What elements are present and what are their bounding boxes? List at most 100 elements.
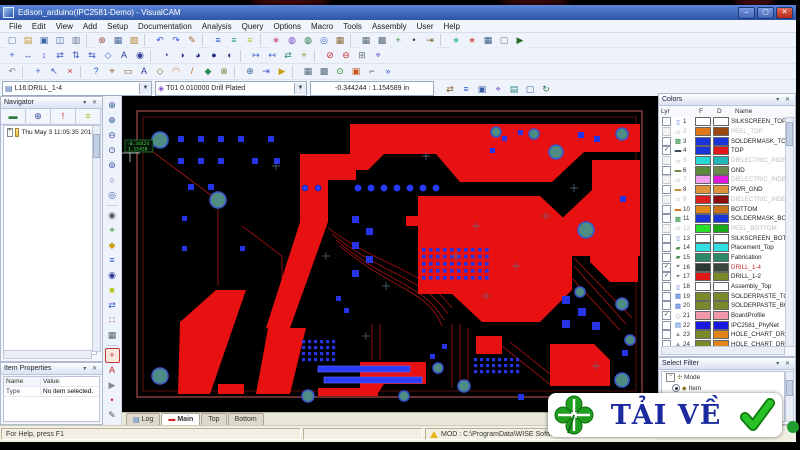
layer-list-teal-icon[interactable]: ≡ xyxy=(226,32,242,48)
view-tab-main[interactable]: ▬ Main xyxy=(161,413,201,425)
copy-icon[interactable]: ▦ xyxy=(110,32,126,48)
layer-visibility-checkbox[interactable] xyxy=(662,214,671,224)
dots-grid-icon[interactable]: ∷ xyxy=(104,313,120,328)
layer-visibility-checkbox[interactable] xyxy=(662,330,671,340)
move-v-icon[interactable]: ↕ xyxy=(36,48,52,63)
draw-color-swatch[interactable] xyxy=(713,127,729,137)
menu-help[interactable]: Help xyxy=(439,22,465,31)
zoom-all-icon[interactable]: ⊙ xyxy=(104,143,120,158)
menu-query[interactable]: Query xyxy=(237,22,269,31)
order-front-icon[interactable]: ◔ xyxy=(158,48,174,63)
swap-view-icon[interactable]: ⇄ xyxy=(104,298,120,313)
select-tool-icon[interactable]: + xyxy=(30,64,46,79)
panel-buttons[interactable]: ▾ ✕ xyxy=(83,99,99,106)
layer-visibility-checkbox[interactable] xyxy=(662,165,671,175)
grid-toggle-icon[interactable]: ▦ xyxy=(300,64,316,79)
fill-color-swatch[interactable] xyxy=(695,214,711,224)
order-half-icon[interactable]: ◐ xyxy=(222,48,238,63)
frame-icon[interactable]: ▣ xyxy=(348,64,364,79)
step-icon[interactable]: ⇥ xyxy=(258,64,274,79)
draw-color-swatch[interactable] xyxy=(713,252,729,262)
pcb-canvas[interactable]: -0.34424 1.15458 xyxy=(122,96,658,412)
layer-row-3[interactable]: ▩ 3 SOLDERMASK_TOP xyxy=(660,136,786,146)
save-icon[interactable]: ▣ xyxy=(36,32,52,48)
layer-visibility-checkbox[interactable]: ✓ xyxy=(662,146,671,156)
fill-color-swatch[interactable] xyxy=(695,185,711,195)
probe-icon[interactable]: ⌖ xyxy=(370,48,386,63)
layer-row-20[interactable]: ▦20 SOLDERPASTE_BOTTOM xyxy=(660,301,786,311)
route-icon[interactable]: » xyxy=(380,64,396,79)
open-icon[interactable]: ▤ xyxy=(20,32,36,48)
draw-color-swatch[interactable] xyxy=(713,272,729,282)
macro-play-icon[interactable]: ◍ xyxy=(284,32,300,48)
fill-color-swatch[interactable] xyxy=(695,175,711,185)
fill-color-swatch[interactable] xyxy=(695,311,711,321)
paste-icon[interactable]: ▧ xyxy=(126,32,142,48)
add-flash-icon[interactable]: ◉ xyxy=(132,48,148,63)
menu-assembly[interactable]: Assembly xyxy=(367,22,412,31)
nudge-icon[interactable]: + xyxy=(296,48,312,63)
menu-tools[interactable]: Tools xyxy=(338,22,367,31)
active-tool-combo[interactable]: ◈ T01 0.010000 Drill Plated ▼ xyxy=(155,80,307,96)
edit-icon[interactable]: ✎ xyxy=(184,32,200,48)
item-radio[interactable] xyxy=(672,384,680,392)
fill-color-swatch[interactable] xyxy=(695,156,711,166)
layer-row-5[interactable]: ▱5 DIELECTRIC_INDEX_5 xyxy=(660,156,786,166)
align-right-icon[interactable]: ↤ xyxy=(264,48,280,63)
layer-row-11[interactable]: ▩11 SOLDERMASK_BOTTOM xyxy=(660,214,786,224)
snapshot-icon[interactable]: ◎ xyxy=(316,32,332,48)
menu-setup[interactable]: Setup xyxy=(102,22,133,31)
wand-icon[interactable]: ▶ xyxy=(104,378,120,393)
layer-visibility-checkbox[interactable] xyxy=(662,291,671,301)
point-icon[interactable]: • xyxy=(406,32,422,48)
film-icon[interactable]: ▦ xyxy=(332,32,348,48)
doc-icon[interactable]: ▢ xyxy=(496,32,512,48)
marker-icon[interactable]: ■ xyxy=(104,283,120,298)
layer-visibility-checkbox[interactable] xyxy=(662,117,671,127)
layer-row-15[interactable]: ▰ 15 Fabrication xyxy=(660,252,786,263)
draw-color-swatch[interactable] xyxy=(713,311,729,321)
flag-icon[interactable]: ▶ xyxy=(274,64,290,79)
grid-dots-icon[interactable]: ▩ xyxy=(374,32,390,48)
pencil-icon[interactable]: ✎ xyxy=(104,408,120,423)
view-tab-log[interactable]: ▤ Log xyxy=(126,413,161,425)
fill-color-swatch[interactable] xyxy=(695,252,711,262)
swap-layer-icon[interactable]: ⇄ xyxy=(442,82,458,97)
menu-macro[interactable]: Macro xyxy=(306,22,338,31)
layer-row-23[interactable]: ▲23 HOLE_CHART_DRILL_1-4 xyxy=(660,330,786,340)
panel-buttons[interactable]: ▾ ✕ xyxy=(776,96,792,103)
draw-arc-icon[interactable]: ◠ xyxy=(168,64,184,79)
draw-color-swatch[interactable] xyxy=(713,301,729,311)
panel-buttons[interactable]: ▾ ✕ xyxy=(776,360,792,367)
refresh-icon[interactable]: ↻ xyxy=(538,82,554,97)
order-full-icon[interactable]: ● xyxy=(206,48,222,63)
chevron-down-icon[interactable]: ▼ xyxy=(139,82,151,94)
active-layer-combo[interactable]: ▤ L16:DRILL_1-4 ▼ xyxy=(2,80,152,96)
fill-color-swatch[interactable] xyxy=(695,320,711,330)
world-icon[interactable]: ◍ xyxy=(300,32,316,48)
move-h-icon[interactable]: ↔ xyxy=(20,48,36,63)
select-net-icon[interactable]: ⌖ xyxy=(104,223,120,238)
nav-errors-tab[interactable]: ! xyxy=(51,109,76,123)
maximize-button[interactable]: ▢ xyxy=(757,6,774,19)
transform-icon[interactable]: ⇅ xyxy=(68,48,84,63)
layer-row-18[interactable]: ▯ 18 Assembly_Top xyxy=(660,282,786,292)
close-button[interactable]: ✕ xyxy=(776,6,793,19)
board-view-icon[interactable]: ▣ xyxy=(474,82,490,97)
pan-icon[interactable]: + xyxy=(4,48,20,63)
layer-row-9[interactable]: ▱9 DIELECTRIC_INDEX_9 xyxy=(660,194,786,205)
menu-options[interactable]: Options xyxy=(268,22,306,31)
zoom-ratio-icon[interactable]: ◎ xyxy=(104,188,120,203)
layer-visibility-checkbox[interactable] xyxy=(662,243,671,253)
table-icon[interactable]: ▦ xyxy=(480,32,496,48)
draw-color-swatch[interactable] xyxy=(713,204,729,214)
fill-color-swatch[interactable] xyxy=(695,136,711,146)
layer-row-7[interactable]: ▱7 DIELECTRIC_INDEX_7 xyxy=(660,175,786,185)
layer-row-17[interactable]: ✓ ⌖ 17 DRILL_1-2 xyxy=(660,272,786,282)
nav-list-tab[interactable]: ≡ xyxy=(76,109,101,123)
select-shape-icon[interactable]: ◇ xyxy=(100,48,116,63)
cut-icon[interactable]: ⊗ xyxy=(94,32,110,48)
navigator-vscrollbar[interactable] xyxy=(92,125,101,352)
net-query-icon[interactable]: ⌖ xyxy=(490,82,506,97)
item-properties-header[interactable]: Item Properties ▾ ✕ xyxy=(1,363,102,375)
